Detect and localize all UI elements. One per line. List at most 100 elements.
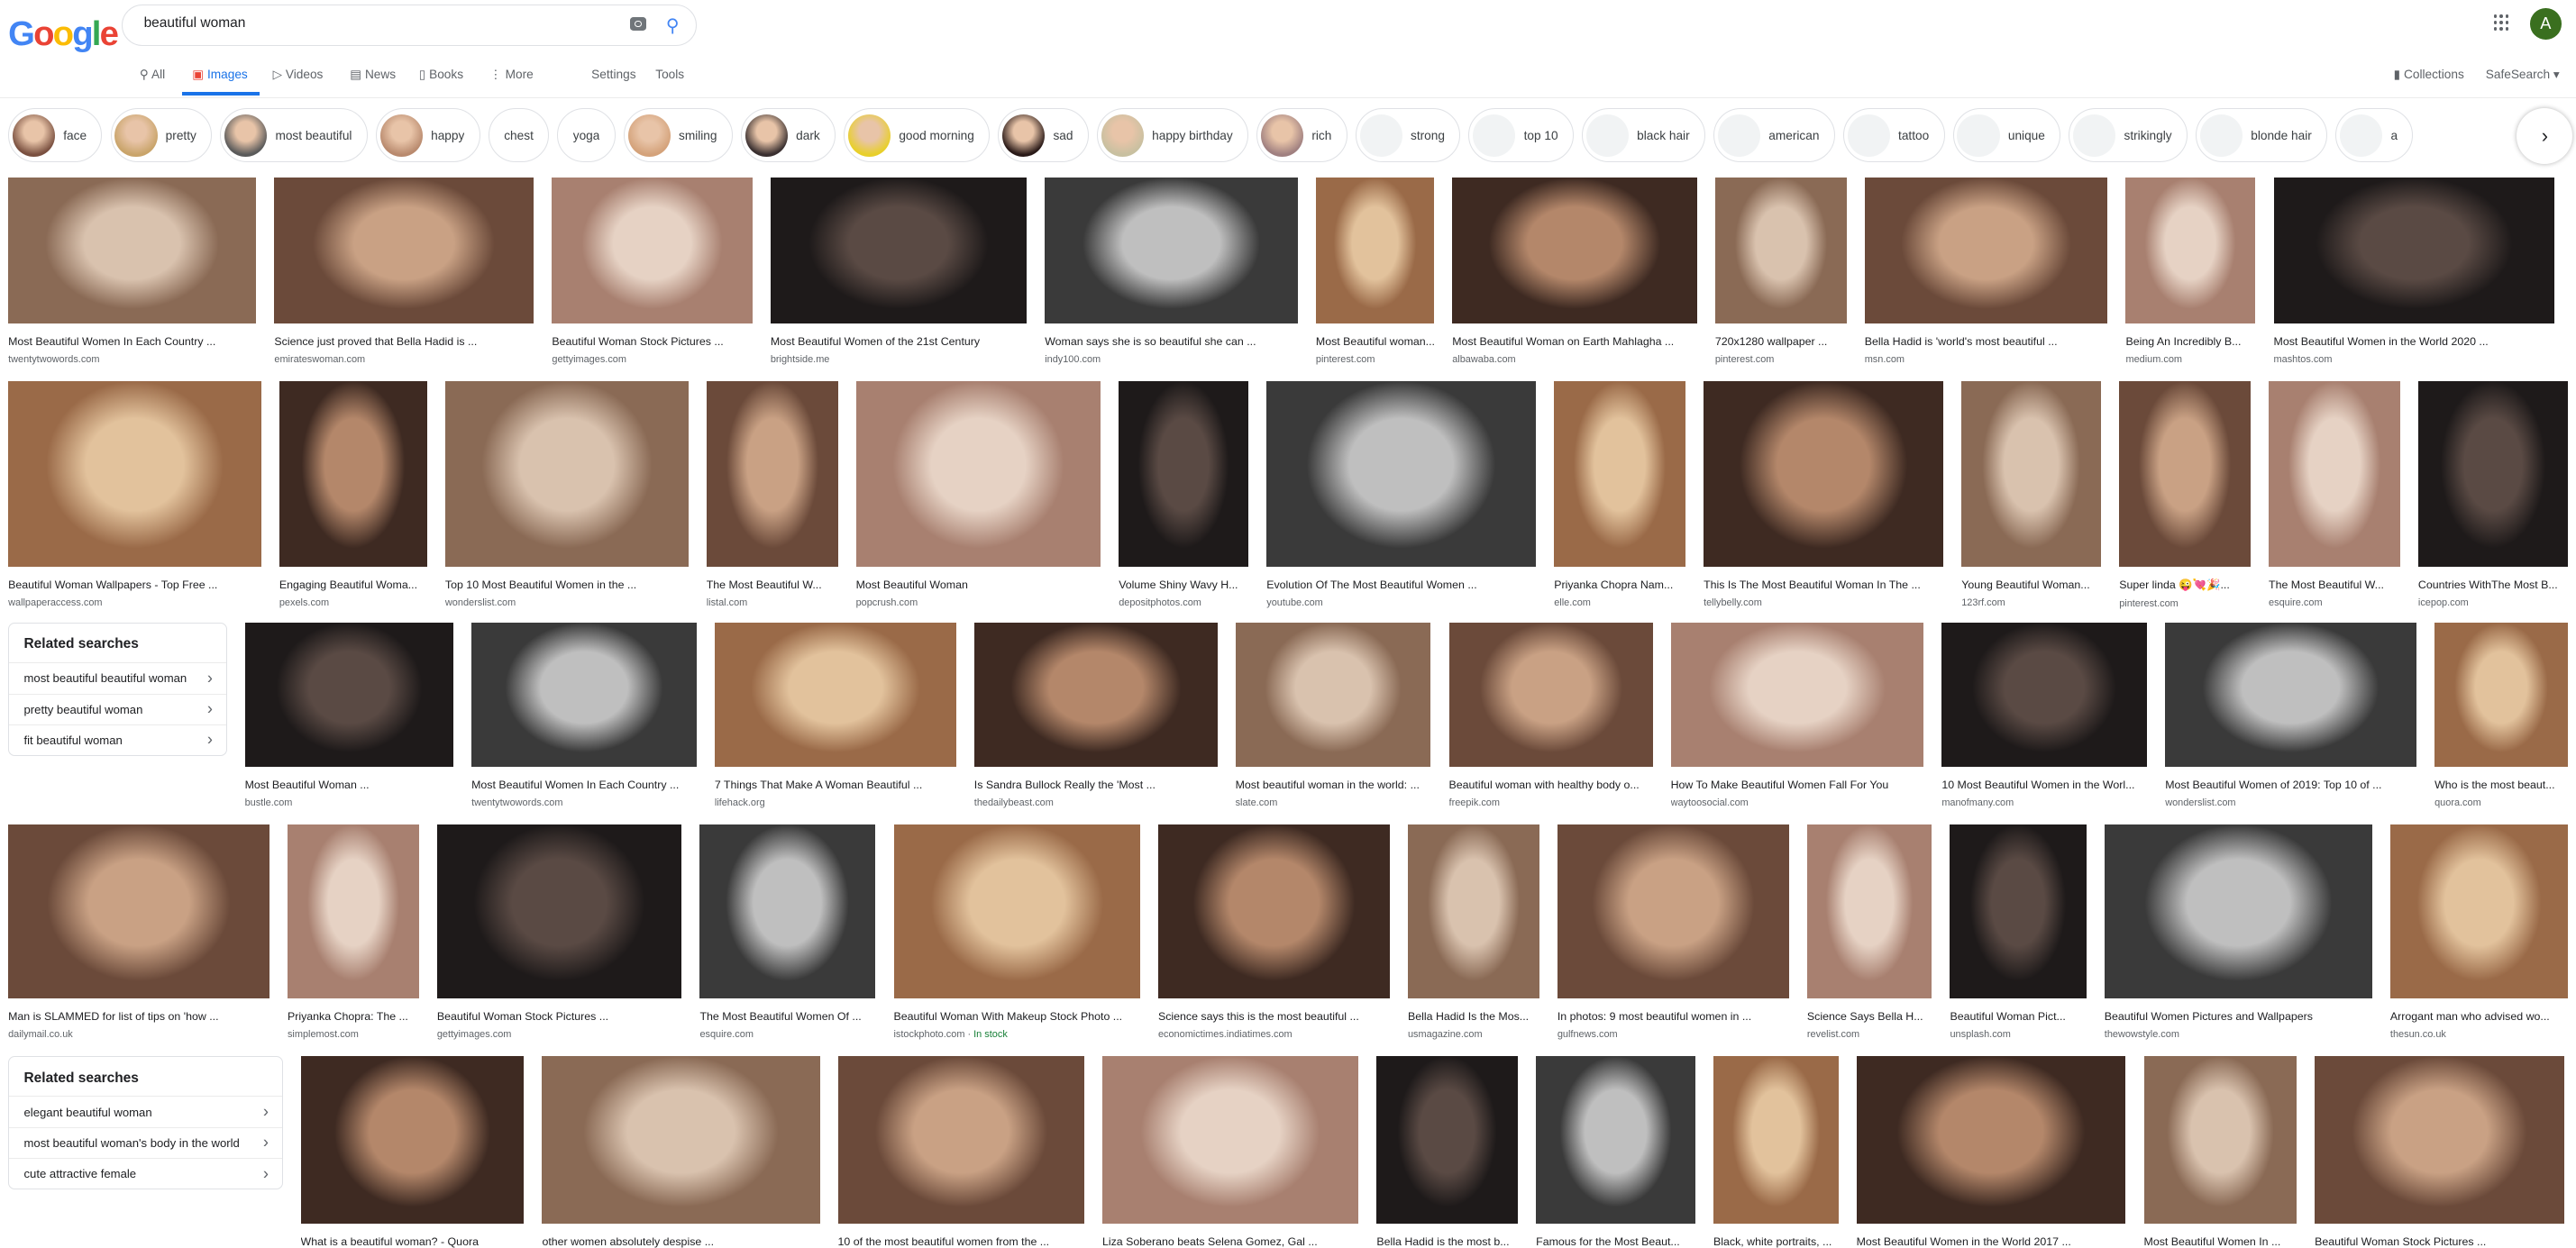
result-thumbnail[interactable] <box>300 1055 525 1224</box>
result-thumbnail[interactable] <box>714 622 956 768</box>
result-thumbnail[interactable] <box>2125 177 2256 324</box>
related-search-item[interactable]: most beautiful woman's body in the world <box>9 1126 282 1158</box>
result-thumbnail[interactable] <box>1101 1055 1359 1224</box>
image-result[interactable]: Most Beautiful Women In Each Country ...… <box>471 622 697 808</box>
tab-books[interactable]: ▯ Books <box>419 68 463 82</box>
apps-grid-icon[interactable] <box>2493 14 2510 31</box>
chip-happy[interactable]: happy <box>375 108 480 163</box>
image-result[interactable]: 7 Things That Make A Woman Beautiful ...… <box>714 622 956 808</box>
avatar[interactable]: A <box>2529 8 2562 40</box>
result-thumbnail[interactable] <box>1713 1055 1839 1224</box>
image-result[interactable]: Most Beautiful Woman on Earth Mahlagha .… <box>1452 177 1697 365</box>
result-thumbnail[interactable] <box>2104 824 2372 999</box>
tools-link[interactable]: Tools <box>655 68 684 81</box>
result-thumbnail[interactable] <box>1235 622 1431 768</box>
result-thumbnail[interactable] <box>244 622 454 768</box>
image-result[interactable]: Most Beautiful Woman ... bustle.com <box>244 622 454 808</box>
result-thumbnail[interactable] <box>1119 380 1249 567</box>
image-result[interactable]: Bella Hadid is 'world's most beautiful .… <box>1864 177 2108 365</box>
settings-link[interactable]: Settings <box>591 68 635 81</box>
result-thumbnail[interactable] <box>2417 380 2568 567</box>
result-title[interactable]: Most Beautiful Women In Each Country ... <box>471 779 697 791</box>
image-result[interactable]: Super linda 😜💘🎉... pinterest.com <box>2119 380 2251 609</box>
result-thumbnail[interactable] <box>973 622 1218 768</box>
safesearch-dropdown[interactable]: SafeSearch ▾ <box>2486 68 2560 82</box>
image-result[interactable]: Black, white portraits, ... <box>1713 1055 1839 1248</box>
image-result[interactable]: Most beautiful woman in the world: ... sl… <box>1235 622 1431 808</box>
image-result[interactable]: Being An Incredibly B... medium.com <box>2125 177 2256 365</box>
chip-strikingly[interactable]: strikingly <box>2069 108 2188 163</box>
result-title[interactable]: Engaging Beautiful Woma... <box>279 578 427 591</box>
image-result[interactable]: Most Beautiful Women of 2019: Top 10 of … <box>2165 622 2417 808</box>
result-title[interactable]: Liza Soberano beats Selena Gomez, Gal ..… <box>1102 1235 1358 1248</box>
image-result[interactable]: Woman says she is so beautiful she can .… <box>1045 177 1298 365</box>
chip-blonde-hair[interactable]: blonde hair <box>2196 108 2328 163</box>
result-thumbnail[interactable] <box>1536 1055 1695 1224</box>
image-result[interactable]: Most Beautiful Women in the World 2017 .… <box>1856 1055 2126 1248</box>
result-thumbnail[interactable] <box>274 177 534 324</box>
image-result[interactable]: Most Beautiful Women in the World 2020 .… <box>2273 177 2555 365</box>
result-title[interactable]: Famous for the Most Beaut... <box>1536 1235 1695 1248</box>
result-title[interactable]: Beautiful Woman Stock Pictures ... <box>552 335 752 348</box>
result-title[interactable]: Most Beautiful woman... <box>1316 335 1434 348</box>
image-result[interactable]: Beautiful woman with healthy body o... fr… <box>1448 622 1653 808</box>
image-result[interactable]: Science says this is the most beautiful … <box>1157 824 1390 1040</box>
result-thumbnail[interactable] <box>8 177 257 324</box>
result-thumbnail[interactable] <box>1806 824 1932 999</box>
chip-good-morning[interactable]: good morning <box>844 108 991 163</box>
image-result[interactable]: The Most Beautiful W... listal.com <box>706 380 838 609</box>
result-thumbnail[interactable] <box>1941 622 2148 768</box>
tab-all[interactable]: ⚲ All <box>140 68 165 82</box>
result-title[interactable]: 10 of the most beautiful women from the … <box>838 1235 1084 1248</box>
result-thumbnail[interactable] <box>1452 177 1697 324</box>
image-result[interactable]: Liza Soberano beats Selena Gomez, Gal ..… <box>1101 1055 1359 1248</box>
result-title[interactable]: Countries WithThe Most B... <box>2418 578 2568 591</box>
image-result[interactable]: Beautiful Woman Stock Pictures ... <box>2315 1055 2565 1248</box>
camera-icon[interactable] <box>629 17 647 31</box>
result-title[interactable]: Most Beautiful Women In ... <box>2144 1235 2297 1248</box>
result-thumbnail[interactable] <box>444 380 689 567</box>
search-box[interactable]: ⚲ <box>121 5 697 47</box>
tab-news[interactable]: ▤ News <box>350 68 396 82</box>
image-result[interactable]: Most Beautiful Women of the 21st Century… <box>770 177 1028 365</box>
result-thumbnail[interactable] <box>1376 1055 1519 1224</box>
chip-rich[interactable]: rich <box>1256 108 1347 163</box>
image-result[interactable]: 720x1280 wallpaper ... pinterest.com <box>1714 177 1847 365</box>
related-search-item[interactable]: elegant beautiful woman <box>9 1096 282 1126</box>
result-thumbnail[interactable] <box>855 380 1101 567</box>
chip-yoga[interactable]: yoga <box>557 108 616 163</box>
result-title[interactable]: Woman says she is so beautiful she can .… <box>1045 335 1298 348</box>
result-title[interactable]: Most Beautiful Woman <box>856 578 1101 591</box>
result-title[interactable]: Volume Shiny Wavy H... <box>1119 578 1248 591</box>
result-title[interactable]: Being An Incredibly B... <box>2125 335 2255 348</box>
image-result[interactable]: Priyanka Chopra: The ... simplemost.com <box>287 824 419 1040</box>
result-title[interactable]: How To Make Beautiful Women Fall For You <box>1671 779 1924 791</box>
image-result[interactable]: Most Beautiful Woman popcrush.com <box>855 380 1101 609</box>
result-title[interactable]: Most beautiful woman in the world: ... <box>1236 779 1431 791</box>
image-result[interactable]: Countries WithThe Most B... icepop.com <box>2417 380 2568 609</box>
chip-most-beautiful[interactable]: most beautiful <box>220 108 368 163</box>
result-title[interactable]: Science just proved that Bella Hadid is … <box>274 335 534 348</box>
result-thumbnail[interactable] <box>1864 177 2108 324</box>
image-result[interactable]: Engaging Beautiful Woma... pexels.com <box>279 380 427 609</box>
result-thumbnail[interactable] <box>1670 622 1924 768</box>
result-thumbnail[interactable] <box>471 622 697 768</box>
image-result[interactable]: The Most Beautiful W... esquire.com <box>2269 380 2400 609</box>
result-title[interactable]: Beautiful woman with healthy body o... <box>1449 779 1653 791</box>
result-title[interactable]: This Is The Most Beautiful Woman In The … <box>1704 578 1943 591</box>
result-thumbnail[interactable] <box>1266 380 1537 567</box>
image-result[interactable]: Volume Shiny Wavy H... depositphotos.com <box>1119 380 1249 609</box>
result-thumbnail[interactable] <box>287 824 419 999</box>
result-thumbnail[interactable] <box>2119 380 2251 567</box>
chip-unique[interactable]: unique <box>1952 108 2061 163</box>
image-result[interactable]: Most Beautiful Women In Each Country ...… <box>8 177 257 365</box>
result-thumbnail[interactable] <box>1157 824 1390 999</box>
result-title[interactable]: The Most Beautiful W... <box>2269 578 2400 591</box>
result-title[interactable]: Bella Hadid Is the Mos... <box>1408 1010 1539 1023</box>
result-thumbnail[interactable] <box>699 824 876 999</box>
chip-tattoo[interactable]: tattoo <box>1842 108 1945 163</box>
image-result[interactable]: How To Make Beautiful Women Fall For You… <box>1670 622 1924 808</box>
result-title[interactable]: Who is the most beaut... <box>2434 779 2568 791</box>
result-title[interactable]: The Most Beautiful W... <box>707 578 838 591</box>
result-title[interactable]: Is Sandra Bullock Really the 'Most ... <box>974 779 1218 791</box>
